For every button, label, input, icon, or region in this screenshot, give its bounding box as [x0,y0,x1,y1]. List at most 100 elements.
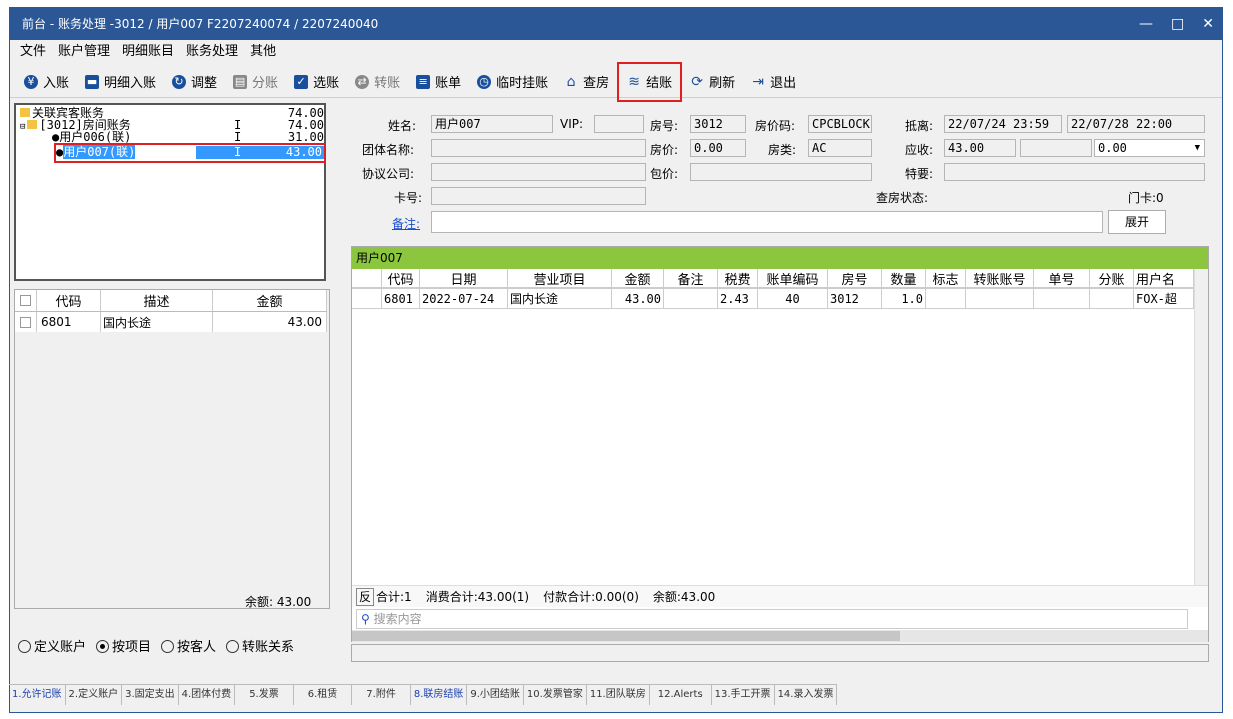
header-transfer[interactable]: 转账账号 [966,269,1034,288]
tab-attachment[interactable]: 7.附件 [352,685,411,705]
monitor-icon: ▬ [85,74,100,89]
vertical-scrollbar[interactable] [1194,269,1208,585]
table-row[interactable]: 6801 2022-07-24 国内长途 43.00 2.43 40 3012 … [352,289,1208,309]
header-tax[interactable]: 税费 [718,269,758,288]
table-row[interactable]: 6801 国内长途 43.00 [15,312,327,332]
minimize-button[interactable]: — [1139,8,1153,40]
rate-code-field[interactable]: CPCBLOCK [808,115,872,133]
radio-by-guest[interactable]: 按客人 [161,636,216,655]
refresh-button[interactable]: ⟳ 刷新 [682,68,743,96]
chevron-down-icon: ▼ [1194,143,1200,153]
folder-icon [20,108,30,117]
arrival-field[interactable]: 22/07/24 23:59 [944,115,1062,133]
tab-linked-checkout[interactable]: 8.联房结账 [411,685,468,705]
summary-count: 合计:1 [376,590,412,604]
menu-billing[interactable]: 账务处理 [186,40,238,64]
tab-allow-post[interactable]: 1.允许记账 [9,685,66,705]
header-user[interactable]: 用户名 [1134,269,1194,288]
header-code[interactable]: 代码 [382,269,420,288]
scroll-thumb[interactable] [352,631,900,641]
exit-icon: ⇥ [752,73,765,90]
receivable-field-2[interactable] [1020,139,1092,157]
price-field[interactable]: 0.00 [690,139,746,157]
horizontal-scrollbar[interactable] [352,630,1208,642]
menu-account-management[interactable]: 账户管理 [58,40,110,64]
split-button[interactable]: ▤ 分账 [225,68,286,96]
tab-alerts[interactable]: 12.Alerts [650,685,712,705]
header-bill[interactable]: 账单编码 [758,269,828,288]
reverse-button[interactable]: 反 [356,588,375,606]
company-field[interactable] [431,163,646,181]
header-remark[interactable]: 备注 [664,269,718,288]
select-button[interactable]: ✓ 选账 [286,68,347,96]
header-spacer [352,269,382,288]
expand-button[interactable]: 展开 [1108,210,1166,234]
header-checkbox[interactable] [15,290,37,311]
vip-field[interactable] [594,115,644,133]
header-room[interactable]: 房号 [828,269,882,288]
menu-detail-items[interactable]: 明细账目 [122,40,174,64]
tree-child-user007[interactable]: ●用户007(联) I 43.00 [56,145,324,159]
transfer-button[interactable]: ⇄ 转账 [347,68,408,96]
radio-define-account[interactable]: 定义账户 [18,636,86,655]
radio-transfer-relation[interactable]: 转账关系 [226,636,294,655]
tab-define-account[interactable]: 2.定义账户 [66,685,123,705]
account-tree[interactable]: 关联宾客账务 74.00 ⊟ [3012]房间账务 I 74.00 ●用户006(… [14,103,326,281]
maximize-button[interactable]: □ [1171,8,1184,40]
receivable-select[interactable]: 0.00 ▼ [1094,139,1205,157]
cell-room: 3012 [828,289,882,309]
menu-file[interactable]: 文件 [20,40,46,64]
temp-hold-button[interactable]: ◷ 临时挂账 [469,68,556,96]
check-room-button[interactable]: ⌂ 查房 [556,68,617,96]
tab-small-group-checkout[interactable]: 9.小团结账 [467,685,524,705]
departure-field[interactable]: 22/07/28 22:00 [1067,115,1205,133]
name-field[interactable]: 用户007 [431,115,553,133]
header-flag[interactable]: 标志 [926,269,966,288]
row-checkbox[interactable] [15,312,37,332]
tab-invoice[interactable]: 5.发票 [235,685,294,705]
header-item[interactable]: 营业项目 [508,269,612,288]
menu-other[interactable]: 其他 [250,40,276,64]
receivable-select-value: 0.00 [1098,141,1127,155]
header-amount[interactable]: 金额 [213,290,327,311]
check-room-label: 查房 [583,76,610,91]
split-icon: ▤ [233,74,248,89]
header-qty[interactable]: 数量 [882,269,926,288]
tab-invoice-manager[interactable]: 10.发票管家 [524,685,587,705]
tab-manual-invoice[interactable]: 13.手工开票 [712,685,775,705]
tab-group-pay[interactable]: 4.团体付费 [179,685,236,705]
house-icon: ⌂ [566,73,576,90]
checkout-button[interactable]: ≋ 结账 [617,61,683,102]
checkroom-label: 查房状态: [876,191,929,205]
adjust-button[interactable]: ↻ 调整 [164,68,225,96]
header-code[interactable]: 代码 [37,290,101,311]
bill-button[interactable]: ≡ 账单 [408,68,469,96]
card-field[interactable] [431,187,646,205]
receivable-field[interactable]: 43.00 [944,139,1016,157]
tab-enter-invoice[interactable]: 14.录入发票 [775,685,838,705]
header-desc[interactable]: 描述 [101,290,213,311]
header-amount[interactable]: 金额 [612,269,664,288]
remark-field[interactable] [431,211,1103,233]
radio-by-item[interactable]: 按项目 [96,636,151,655]
special-field[interactable] [944,163,1205,181]
package-field[interactable] [690,163,872,181]
post-charge-button[interactable]: ¥ 入账 [16,68,77,96]
tab-lease[interactable]: 6.租赁 [294,685,353,705]
room-type-field[interactable]: AC [808,139,872,157]
menu-bar: 文件 账户管理 明细账目 账务处理 其他 [10,40,1222,64]
header-split[interactable]: 分账 [1090,269,1134,288]
room-field[interactable]: 3012 [690,115,746,133]
header-order[interactable]: 单号 [1034,269,1090,288]
folder-icon [27,120,38,129]
remark-link[interactable]: 备注: [392,215,420,232]
tab-fixed-expense[interactable]: 3.固定支出 [122,685,179,705]
close-button[interactable]: ✕ [1202,8,1214,40]
summary-payment: 付款合计:0.00(0) [543,590,639,604]
header-date[interactable]: 日期 [420,269,508,288]
group-field[interactable] [431,139,646,157]
search-input[interactable]: ⚲ 搜索内容 [356,609,1188,629]
tab-team-linked-room[interactable]: 11.团队联房 [587,685,650,705]
exit-button[interactable]: ⇥ 退出 [743,68,804,96]
detail-post-button[interactable]: ▬ 明细入账 [77,68,164,96]
